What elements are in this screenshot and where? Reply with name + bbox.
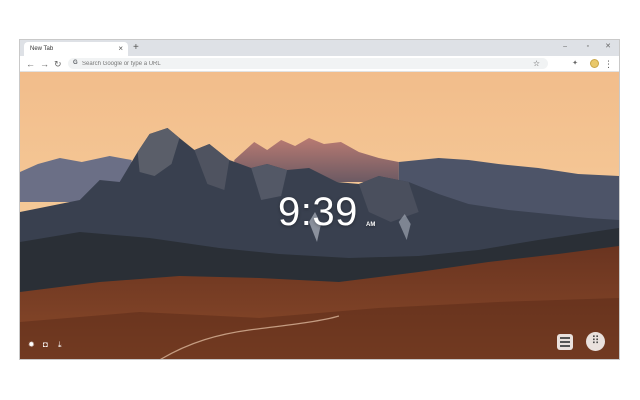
forward-arrow-icon[interactable]: → <box>40 58 49 70</box>
tab-title: New Tab <box>30 46 54 52</box>
list-icon[interactable] <box>557 334 573 350</box>
address-bar-input[interactable] <box>82 58 522 69</box>
back-arrow-icon[interactable]: ← <box>26 58 35 70</box>
new-tab-button[interactable]: + <box>133 42 139 54</box>
camera-icon[interactable]: ◘ <box>43 340 48 350</box>
clock-period: AM <box>366 222 376 228</box>
bookmark-star-icon[interactable]: ☆ <box>533 58 540 69</box>
list-line <box>560 341 570 343</box>
tab-strip: New Tab × + – ▫ ✕ <box>20 40 619 56</box>
close-window-button[interactable]: ✕ <box>605 42 611 52</box>
clock-time: 9:39 <box>278 190 358 234</box>
profile-avatar[interactable] <box>590 59 599 68</box>
menu-kebab-icon[interactable]: ⋮ <box>604 58 613 70</box>
google-icon: G <box>73 60 78 66</box>
maximize-button[interactable]: ▫ <box>587 42 589 52</box>
omnibox[interactable]: G ☆ <box>68 58 548 69</box>
extension-icon[interactable]: ✦ <box>572 59 578 69</box>
browser-window: New Tab × + – ▫ ✕ ← → ↻ G ☆ ✦ ⋮ <box>19 39 620 360</box>
list-line <box>560 345 570 347</box>
apps-grid-icon[interactable]: ⠿ <box>586 332 605 351</box>
minimize-button[interactable]: – <box>563 42 567 52</box>
settings-icon[interactable]: ✹ <box>28 340 35 350</box>
browser-toolbar: ← → ↻ G ☆ ✦ ⋮ <box>20 56 619 72</box>
download-icon[interactable]: ⤓ <box>58 340 62 350</box>
reload-icon[interactable]: ↻ <box>54 58 62 70</box>
tab-new-tab[interactable]: New Tab × <box>24 42 128 56</box>
tab-close-icon[interactable]: × <box>118 44 123 54</box>
new-tab-page: 9:39 AM ✹ ◘ ⤓ ⠿ <box>20 72 619 359</box>
list-line <box>560 337 570 339</box>
